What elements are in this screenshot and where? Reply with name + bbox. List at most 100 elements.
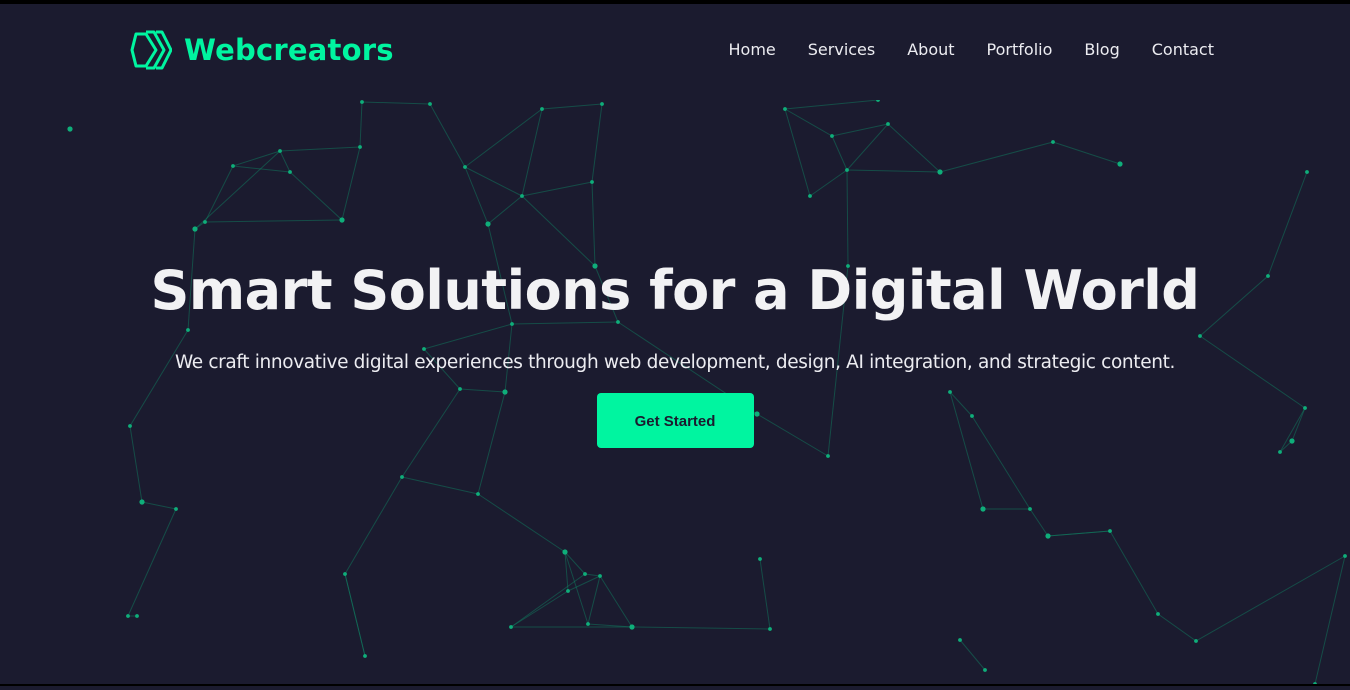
network-node [174, 507, 178, 511]
network-node [278, 149, 282, 153]
network-node [520, 194, 524, 198]
main-navigation: Home Services About Portfolio Blog Conta… [729, 40, 1214, 59]
network-link [401, 476, 479, 495]
network-node [937, 169, 943, 175]
network-node [400, 475, 404, 479]
network-link [127, 508, 177, 617]
network-node [886, 122, 890, 126]
network-node [600, 102, 604, 106]
network-link [279, 150, 291, 173]
network-link [487, 195, 523, 225]
network-node [980, 506, 986, 512]
network-link [1195, 555, 1346, 642]
network-link [846, 123, 889, 171]
network-link [831, 135, 848, 171]
network-link [359, 101, 363, 148]
nav-home-link[interactable]: Home [729, 40, 776, 59]
network-link [541, 103, 603, 110]
network-node [783, 107, 787, 111]
network-link [809, 169, 848, 197]
network-link [232, 165, 291, 173]
network-link [591, 103, 603, 183]
network-node [845, 168, 849, 172]
network-node [360, 100, 364, 104]
network-link [587, 575, 601, 625]
network-node [343, 572, 347, 576]
network-link [1157, 613, 1197, 642]
network-link [831, 123, 889, 137]
network-link [232, 150, 281, 167]
network-node [476, 492, 480, 496]
network-link [279, 146, 361, 152]
network-node [1305, 170, 1309, 174]
network-node [363, 654, 367, 658]
network-node [586, 622, 590, 626]
network-node [1051, 140, 1055, 144]
network-link [204, 165, 234, 223]
network-link [631, 626, 771, 630]
nav-portfolio-link[interactable]: Portfolio [987, 40, 1053, 59]
network-link [1109, 530, 1159, 615]
network-link [939, 141, 1054, 173]
network-link [477, 493, 566, 553]
network-node [1028, 507, 1032, 511]
network-node [583, 572, 587, 576]
network-link [194, 150, 281, 230]
network-link [846, 169, 849, 267]
network-link [521, 195, 596, 267]
network-node [768, 627, 772, 631]
hero-subtitle: We craft innovative digital experiences … [174, 352, 1176, 373]
network-node [288, 170, 292, 174]
network-link [141, 501, 177, 510]
brand-logo[interactable]: Webcreators [130, 28, 394, 72]
network-link [784, 99, 879, 110]
network-node [192, 226, 198, 232]
network-node [1343, 554, 1347, 558]
network-link [464, 166, 489, 225]
network-link [567, 575, 601, 592]
network-link [887, 123, 941, 173]
network-node [358, 145, 362, 149]
network-link [344, 573, 366, 657]
network-link [759, 558, 771, 630]
network-node [830, 134, 834, 138]
network-node [826, 454, 830, 458]
hero-title: Smart Solutions for a Digital World [150, 259, 1200, 322]
nav-contact-link[interactable]: Contact [1152, 40, 1214, 59]
get-started-button[interactable]: Get Started [596, 393, 754, 448]
network-node [231, 164, 235, 168]
network-link [510, 590, 569, 628]
network-node [983, 668, 987, 672]
network-link [1314, 555, 1346, 685]
network-node [1156, 612, 1160, 616]
network-node [1194, 639, 1198, 643]
network-node [1278, 450, 1282, 454]
network-link [584, 573, 601, 577]
network-node [135, 614, 139, 618]
network-link [784, 108, 811, 197]
network-link [289, 171, 343, 221]
network-link [464, 166, 523, 197]
nav-blog-link[interactable]: Blog [1084, 40, 1119, 59]
network-node [590, 180, 594, 184]
network-link [429, 103, 466, 168]
network-link [521, 181, 593, 197]
network-node [463, 165, 467, 169]
network-link [344, 476, 403, 575]
network-node [67, 126, 73, 132]
network-node [1045, 533, 1051, 539]
network-link [204, 219, 343, 223]
network-link [959, 639, 986, 671]
network-link [510, 573, 586, 628]
nav-about-link[interactable]: About [907, 40, 954, 59]
brand-name: Webcreators [184, 33, 394, 67]
network-node [203, 220, 207, 224]
network-link [1047, 530, 1111, 537]
network-link [341, 146, 361, 221]
network-node [339, 217, 345, 223]
network-node [485, 221, 491, 227]
nav-services-link[interactable]: Services [808, 40, 875, 59]
network-link [846, 169, 941, 173]
network-link [599, 575, 633, 628]
network-node [958, 638, 962, 642]
